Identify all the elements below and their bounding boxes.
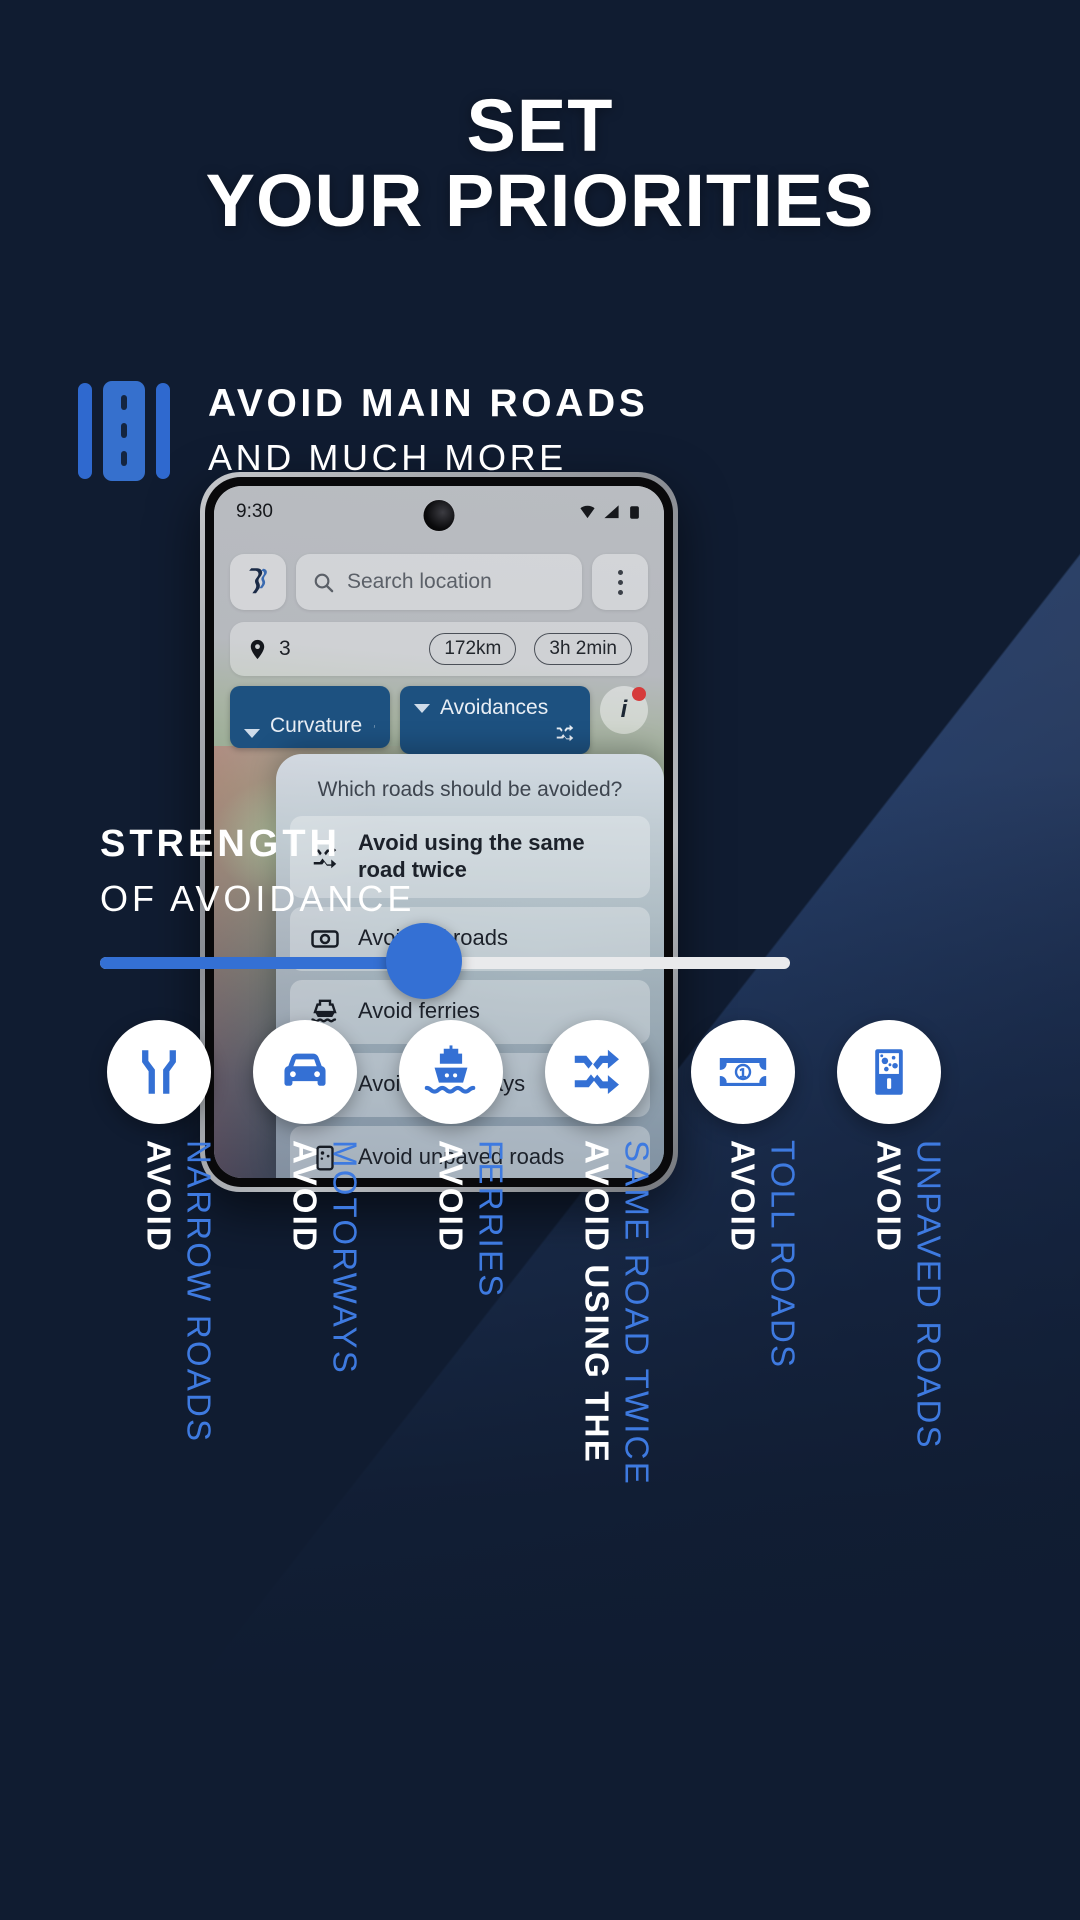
route-distance-badge: 172km	[429, 633, 517, 665]
badge-label-subtext: SAME ROAD TWICE	[618, 1140, 656, 1486]
slider-fill	[100, 957, 425, 969]
badge-label-toll-roads: AVOID TOLL ROADS	[676, 1140, 810, 1780]
badge-label-narrow-roads: AVOID NARROW ROADS	[92, 1140, 226, 1780]
page-title: SET YOUR PRIORITIES	[0, 88, 1080, 239]
road-icon-dash	[121, 394, 127, 410]
badge-column-ferries: AVOID FERRIES	[384, 1020, 518, 1780]
road-icon-right-bar	[156, 382, 170, 479]
badge-label-text: AVOID USING THE	[578, 1140, 616, 1464]
feature-title: AVOID MAIN ROADS	[208, 382, 649, 425]
waypoint-count: 3	[279, 637, 291, 660]
road-icon-dash	[121, 422, 127, 438]
slider-thumb[interactable]	[386, 923, 463, 999]
search-input[interactable]: Search location	[296, 554, 582, 610]
badge-label-ferries: AVOID FERRIES	[384, 1140, 518, 1780]
narrow-road-glyph	[142, 1050, 176, 1094]
car-icon[interactable]	[253, 1020, 357, 1124]
chip-curvature[interactable]: Curvature	[230, 686, 390, 748]
shuffle-icon[interactable]	[545, 1020, 649, 1124]
search-placeholder: Search location	[347, 570, 492, 593]
strength-slider[interactable]	[100, 923, 790, 999]
search-row: Search location	[230, 554, 648, 610]
badge-label-text: AVOID	[286, 1140, 324, 1254]
unpaved-road-icon[interactable]	[837, 1020, 941, 1124]
chip-avoidances-label: Avoidances	[440, 696, 549, 719]
route-duration-badge: 3h 2min	[534, 633, 632, 665]
battery-icon	[630, 505, 639, 519]
ferry-icon[interactable]	[399, 1020, 503, 1124]
car-glyph	[284, 1053, 326, 1086]
curvy-road-glyph	[249, 568, 267, 594]
narrow-road-icon[interactable]	[107, 1020, 211, 1124]
badge-label-text: AVOID	[870, 1140, 908, 1254]
feature-text: AVOID MAIN ROADS AND MUCH MORE	[208, 380, 648, 482]
signal-icon	[604, 504, 619, 518]
promo-screenshot: SET YOUR PRIORITIES AVOID MAIN ROADS AND…	[0, 0, 1080, 1920]
strength-line-1: STRENGTH	[100, 823, 341, 865]
status-icon-group	[579, 504, 642, 521]
avoidance-badges-row: AVOID NARROW ROADS AVOID MOTORWAYS AVOID…	[92, 1020, 992, 1780]
feature-row: AVOID MAIN ROADS AND MUCH MORE	[78, 380, 648, 482]
location-pin-icon	[250, 639, 265, 659]
road-icon-left-bar	[78, 382, 92, 479]
badge-label-text: AVOID	[432, 1140, 470, 1254]
badge-column-toll-roads: AVOID TOLL ROADS	[676, 1020, 810, 1780]
badge-column-narrow-roads: AVOID NARROW ROADS	[92, 1020, 226, 1780]
chevron-down-icon	[414, 703, 430, 713]
road-icon-dash	[121, 450, 127, 466]
shuffle-glyph	[574, 1049, 619, 1094]
badge-label-motorways: AVOID MOTORWAYS	[238, 1140, 372, 1780]
camera-punch-hole	[423, 500, 455, 531]
badge-label-subtext: TOLL ROADS	[764, 1140, 802, 1370]
kebab-dot	[617, 569, 623, 575]
app-logo-curvy-road-icon[interactable]	[230, 554, 286, 610]
badge-label-text: AVOID	[724, 1140, 762, 1254]
wifi-icon	[580, 505, 595, 518]
badge-label-unpaved-roads: AVOID UNPAVED ROADS	[822, 1140, 956, 1780]
curvy-road-icon	[373, 725, 376, 728]
shuffle-icon	[556, 724, 574, 742]
chip-curvature-label: Curvature	[270, 714, 363, 737]
notification-badge-dot	[632, 687, 646, 701]
chip-avoidances[interactable]: Avoidances	[400, 686, 590, 754]
info-button-label: i	[620, 696, 628, 723]
feature-subtitle: AND MUCH MORE	[208, 436, 567, 478]
kebab-dot	[617, 579, 623, 585]
status-time: 9:30	[236, 501, 273, 522]
money-bill-glyph	[719, 1057, 767, 1087]
strength-line-2: OF AVOIDANCE	[100, 877, 416, 919]
badge-label-subtext: NARROW ROADS	[180, 1140, 218, 1444]
kebab-menu-icon[interactable]	[592, 554, 648, 610]
chevron-down-icon	[244, 729, 260, 738]
badge-label-subtext: UNPAVED ROADS	[910, 1140, 948, 1450]
dialog-title: Which roads should be avoided?	[317, 778, 623, 801]
kebab-dot	[617, 589, 623, 595]
unpaved-road-glyph	[875, 1049, 903, 1095]
badge-column-motorways: AVOID MOTORWAYS	[238, 1020, 372, 1780]
filter-chips-row: Curvature Avoidances i	[230, 686, 648, 754]
route-summary-row[interactable]: 3 172km 3h 2min	[230, 622, 648, 676]
strength-heading: STRENGTH OF AVOIDANCE	[100, 822, 415, 922]
headline-line-1: SET	[466, 84, 614, 167]
road-icon	[78, 380, 170, 481]
ferry-glyph	[424, 1045, 476, 1094]
badge-label-subtext: MOTORWAYS	[326, 1140, 364, 1375]
badge-label-text: AVOID	[140, 1140, 178, 1254]
money-bill-icon[interactable]	[691, 1020, 795, 1124]
badge-column-unpaved-roads: AVOID UNPAVED ROADS	[822, 1020, 956, 1780]
search-icon	[314, 573, 334, 592]
info-button[interactable]: i	[600, 686, 648, 734]
badge-label-subtext: FERRIES	[472, 1140, 510, 1299]
headline-line-2: YOUR PRIORITIES	[205, 159, 875, 243]
badge-column-same-road-twice: AVOID USING THE SAME ROAD TWICE	[530, 1020, 664, 1780]
badge-label-same-road-twice: AVOID USING THE SAME ROAD TWICE	[530, 1140, 664, 1780]
